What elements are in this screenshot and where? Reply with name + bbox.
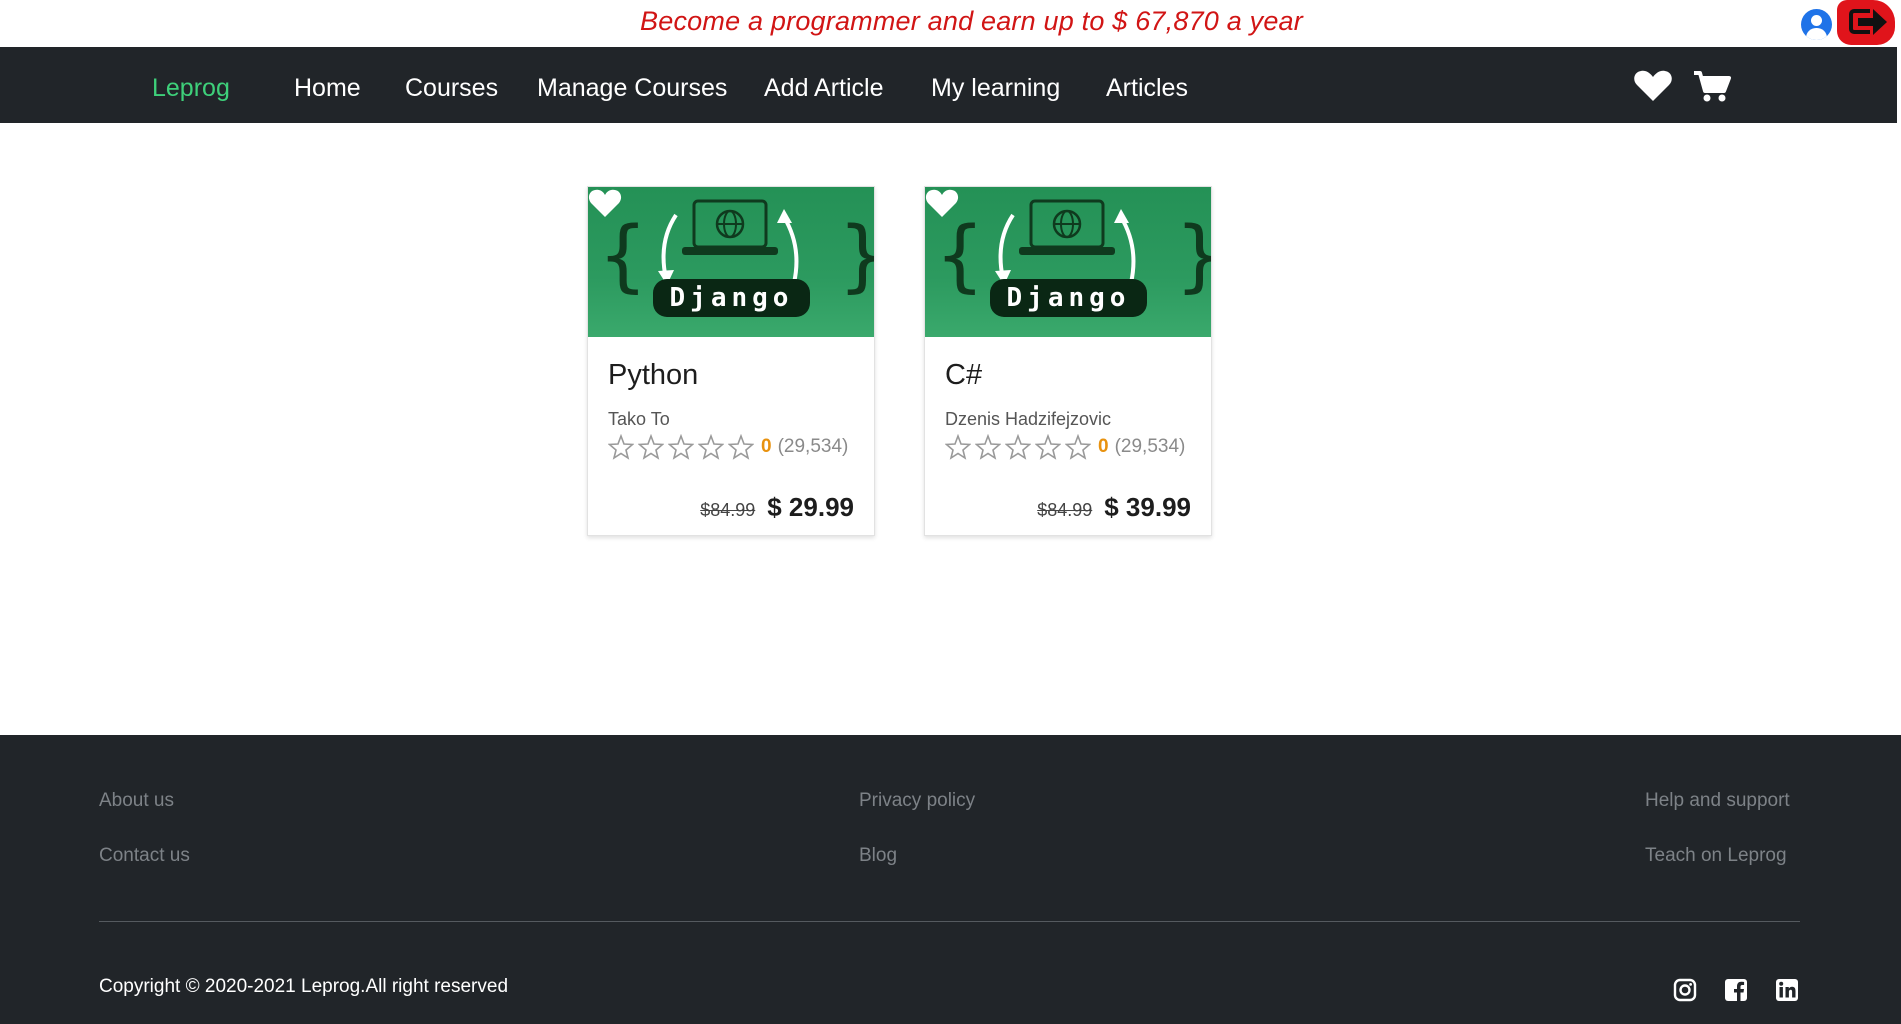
course-price: $84.99 $ 29.99 (700, 492, 854, 523)
star-empty-icon (1065, 434, 1091, 460)
nav-courses[interactable]: Courses (405, 74, 498, 103)
svg-text:{: { (935, 211, 985, 301)
rating-value: 0 (761, 436, 772, 457)
star-empty-icon (728, 434, 754, 460)
course-title[interactable]: C# (945, 359, 982, 392)
course-rating: 0 (29,534) (945, 434, 1185, 460)
svg-text:{: { (598, 211, 648, 301)
course-author: Tako To (608, 409, 670, 429)
original-price: $84.99 (1037, 500, 1093, 520)
course-rating: 0 (29,534) (608, 434, 848, 460)
star-empty-icon (638, 434, 664, 460)
rating-value: 0 (1098, 436, 1109, 457)
footer-link-privacy-policy[interactable]: Privacy policy (859, 790, 975, 812)
star-empty-icon (668, 434, 694, 460)
footer-link-teach-on-leprog[interactable]: Teach on Leprog (1645, 845, 1787, 867)
footer-link-contact-us[interactable]: Contact us (99, 845, 190, 867)
site-footer: About us Contact us Privacy policy Blog … (0, 735, 1901, 1024)
rating-count: (29,534) (777, 436, 849, 457)
heart-icon[interactable] (588, 187, 622, 219)
linkedin-icon[interactable] (1775, 978, 1799, 1002)
course-author: Dzenis Hadzifejzovic (945, 409, 1112, 429)
star-empty-icon (975, 434, 1001, 460)
sale-price: $ 29.99 (767, 492, 854, 522)
nav-my-learning[interactable]: My learning (931, 74, 1060, 103)
svg-text:}: } (1175, 211, 1211, 301)
course-thumbnail-label: Django (1006, 283, 1131, 313)
main-navbar: Leprog Home Courses Manage Courses Add A… (0, 47, 1897, 123)
course-thumbnail[interactable]: { } Django (588, 187, 874, 337)
sign-out-icon[interactable] (1837, 0, 1895, 45)
promo-bar: Become a programmer and earn up to $ 67,… (0, 0, 1901, 47)
course-title[interactable]: Python (608, 359, 698, 392)
star-empty-icon (698, 434, 724, 460)
original-price: $84.99 (700, 500, 756, 520)
nav-articles[interactable]: Articles (1106, 74, 1188, 103)
page: Become a programmer and earn up to $ 67,… (0, 0, 1901, 1024)
nav-add-article[interactable]: Add Article (764, 74, 884, 103)
nav-manage-courses[interactable]: Manage Courses (537, 74, 727, 103)
rating-count: (29,534) (1114, 436, 1186, 457)
svg-text:}: } (838, 211, 874, 301)
brand-logo[interactable]: Leprog (152, 74, 230, 103)
footer-link-blog[interactable]: Blog (859, 845, 897, 867)
star-empty-icon (1005, 434, 1031, 460)
nav-home[interactable]: Home (294, 74, 361, 103)
promo-text: Become a programmer and earn up to $ 67,… (640, 6, 1303, 36)
cart-icon[interactable] (1692, 69, 1732, 103)
heart-icon[interactable] (925, 187, 959, 219)
course-thumbnail-label: Django (669, 283, 794, 313)
footer-link-about-us[interactable]: About us (99, 790, 174, 812)
course-thumbnail[interactable]: { } Django (925, 187, 1211, 337)
heart-icon[interactable] (1633, 69, 1673, 103)
facebook-icon[interactable] (1724, 978, 1748, 1002)
star-empty-icon (945, 434, 971, 460)
course-card[interactable]: { } Django Python Tako To (587, 186, 875, 536)
course-card[interactable]: { } Django C# Dzenis Hadzifejzovic (924, 186, 1212, 536)
footer-link-help-and-support[interactable]: Help and support (1645, 790, 1790, 812)
copyright-text: Copyright © 2020-2021 Leprog.All right r… (99, 976, 509, 997)
instagram-icon[interactable] (1673, 978, 1697, 1002)
sale-price: $ 39.99 (1104, 492, 1191, 522)
star-empty-icon (608, 434, 634, 460)
course-price: $84.99 $ 39.99 (1037, 492, 1191, 523)
footer-divider (99, 921, 1800, 922)
star-empty-icon (1035, 434, 1061, 460)
user-circle-icon[interactable] (1801, 9, 1832, 40)
